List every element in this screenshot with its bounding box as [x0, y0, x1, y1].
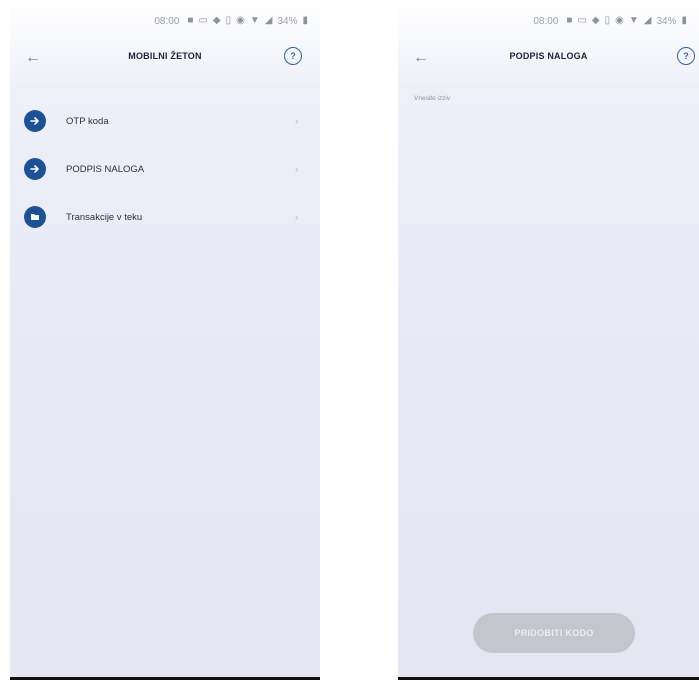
page-title: MOBILNI ŽETON: [128, 51, 202, 61]
app-bar: ← PODPIS NALOGA ?: [398, 44, 699, 72]
help-button[interactable]: ?: [284, 47, 302, 65]
sign-order-screen: 08:00 ■ ▭ ◆ ▯ ◉ ▼ ◢ 34% ▮ ← PODPIS NALOG…: [398, 0, 699, 680]
alarm-icon: ◉: [236, 15, 245, 26]
arrow-left-icon: ←: [413, 49, 429, 66]
folder-icon: [24, 206, 46, 228]
menu-item-label: Transakcije v teku: [66, 211, 143, 223]
status-time: 08:00: [154, 15, 180, 27]
status-bar: 08:00 ■ ▭ ◆ ▯ ◉ ▼ ◢ 34% ▮: [154, 14, 320, 28]
menu-item-sign-order[interactable]: PODPIS NALOGA ›: [10, 154, 320, 184]
battery-icon: ▮: [681, 15, 687, 26]
gallery-icon: ▭: [198, 15, 208, 26]
battery-percent: 34%: [277, 15, 298, 27]
wifi-icon: ▼: [249, 15, 260, 26]
notification-icon: ■: [566, 15, 573, 26]
signal-icon: ◢: [264, 15, 273, 26]
vibrate-icon: ▯: [225, 15, 232, 26]
shield-icon: ◆: [591, 15, 600, 26]
arrow-right-icon: [24, 110, 46, 132]
menu-item-label: PODPIS NALOGA: [66, 163, 145, 175]
back-button[interactable]: ←: [22, 47, 44, 69]
chevron-right-icon: ›: [295, 212, 298, 222]
question-icon: ?: [290, 51, 296, 61]
gallery-icon: ▭: [577, 15, 587, 26]
arrow-left-icon: ←: [25, 49, 41, 66]
shield-icon: ◆: [212, 15, 221, 26]
chevron-right-icon: ›: [295, 164, 298, 174]
help-button[interactable]: ?: [677, 47, 695, 65]
vibrate-icon: ▯: [604, 15, 611, 26]
question-icon: ?: [683, 51, 689, 61]
notification-icon: ■: [187, 15, 194, 26]
mobile-token-screen: 08:00 ■ ▭ ◆ ▯ ◉ ▼ ◢ 34% ▮ ← MOBILNI ŽETO…: [10, 0, 320, 680]
app-bar: ← MOBILNI ŽETON ?: [10, 44, 320, 72]
battery-icon: ▮: [302, 15, 308, 26]
status-time: 08:00: [533, 15, 559, 27]
challenge-input-hint[interactable]: Vnesite izziv: [414, 95, 450, 102]
page-title: PODPIS NALOGA: [509, 51, 588, 61]
arrow-right-icon: [24, 158, 46, 180]
battery-percent: 34%: [656, 15, 677, 27]
back-button[interactable]: ←: [410, 47, 432, 69]
signal-icon: ◢: [643, 15, 652, 26]
status-bar: 08:00 ■ ▭ ◆ ▯ ◉ ▼ ◢ 34% ▮: [533, 14, 699, 28]
menu-item-label: OTP koda: [66, 115, 109, 127]
alarm-icon: ◉: [615, 15, 624, 26]
menu-item-otp[interactable]: OTP koda ›: [10, 106, 320, 136]
menu-item-pending-transactions[interactable]: Transakcije v teku ›: [10, 202, 320, 232]
chevron-right-icon: ›: [295, 116, 298, 126]
wifi-icon: ▼: [628, 15, 639, 26]
get-code-button[interactable]: PRIDOBITI KODO: [473, 613, 635, 653]
